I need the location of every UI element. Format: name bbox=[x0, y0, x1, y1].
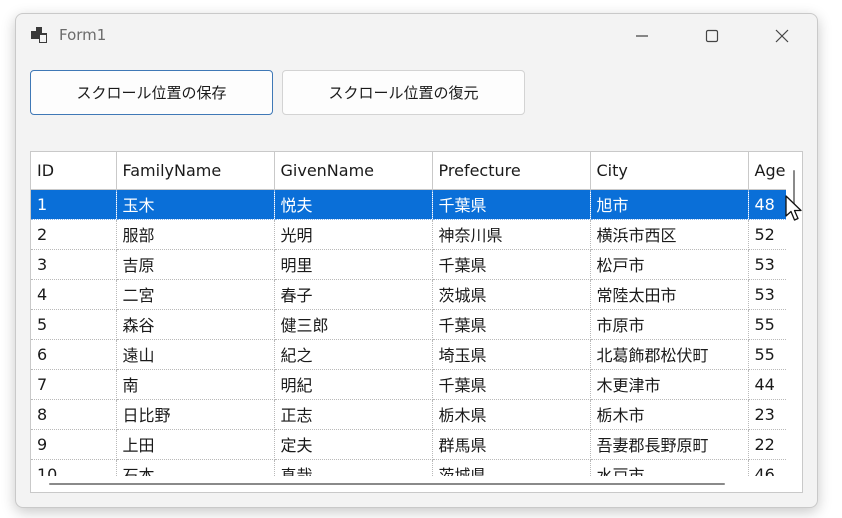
cell-id[interactable]: 4 bbox=[31, 279, 117, 310]
cell-givenname[interactable]: 光明 bbox=[274, 219, 433, 250]
cell-familyname[interactable]: 日比野 bbox=[116, 399, 275, 430]
cell-city[interactable]: 木更津市 bbox=[590, 369, 749, 400]
form-window: Form1 スクロール位置の保存 スクロール位置の復元 ID FamilyNam… bbox=[15, 13, 818, 508]
horizontal-scroll-thumb[interactable] bbox=[49, 483, 725, 485]
cell-givenname[interactable]: 明紀 bbox=[274, 369, 433, 400]
cell-familyname[interactable]: 森谷 bbox=[116, 309, 275, 340]
table-row[interactable]: 2 服部 光明 神奈川県 横浜市西区 52 bbox=[31, 219, 794, 250]
cell-prefecture[interactable]: 千葉県 bbox=[432, 369, 591, 400]
data-grid[interactable]: ID FamilyName GivenName Prefecture City … bbox=[30, 151, 803, 493]
cell-id[interactable]: 9 bbox=[31, 429, 117, 460]
cell-prefecture[interactable]: 千葉県 bbox=[432, 249, 591, 280]
cell-familyname[interactable]: 二宮 bbox=[116, 279, 275, 310]
cell-city[interactable]: 北葛飾郡松伏町 bbox=[590, 339, 749, 370]
grid-table: ID FamilyName GivenName Prefecture City … bbox=[31, 152, 794, 490]
cell-id[interactable]: 2 bbox=[31, 219, 117, 250]
table-row[interactable]: 9 上田 定夫 群馬県 吾妻郡長野原町 22 bbox=[31, 429, 794, 460]
column-header-prefecture[interactable]: Prefecture bbox=[432, 152, 591, 190]
close-icon bbox=[775, 29, 789, 43]
cell-id[interactable]: 8 bbox=[31, 399, 117, 430]
cell-givenname[interactable]: 正志 bbox=[274, 399, 433, 430]
scrollbar-corner bbox=[786, 476, 802, 492]
cell-id[interactable]: 1 bbox=[31, 189, 117, 220]
title-bar[interactable]: Form1 bbox=[16, 14, 817, 56]
column-header-familyname[interactable]: FamilyName bbox=[116, 152, 275, 190]
cell-city[interactable]: 市原市 bbox=[590, 309, 749, 340]
cell-givenname[interactable]: 春子 bbox=[274, 279, 433, 310]
cell-city[interactable]: 常陸太田市 bbox=[590, 279, 749, 310]
cell-city[interactable]: 松戸市 bbox=[590, 249, 749, 280]
cell-prefecture[interactable]: 栃木県 bbox=[432, 399, 591, 430]
cell-givenname[interactable]: 定夫 bbox=[274, 429, 433, 460]
cell-city[interactable]: 横浜市西区 bbox=[590, 219, 749, 250]
cell-familyname[interactable]: 上田 bbox=[116, 429, 275, 460]
cell-familyname[interactable]: 遠山 bbox=[116, 339, 275, 370]
header-row: ID FamilyName GivenName Prefecture City … bbox=[31, 152, 794, 190]
cell-id[interactable]: 6 bbox=[31, 339, 117, 370]
cell-givenname[interactable]: 紀之 bbox=[274, 339, 433, 370]
cell-familyname[interactable]: 玉木 bbox=[116, 189, 275, 220]
cell-city[interactable]: 栃木市 bbox=[590, 399, 749, 430]
minimize-icon bbox=[635, 29, 649, 43]
cell-prefecture[interactable]: 神奈川県 bbox=[432, 219, 591, 250]
cell-familyname[interactable]: 南 bbox=[116, 369, 275, 400]
maximize-button[interactable] bbox=[690, 22, 734, 50]
cell-id[interactable]: 7 bbox=[31, 369, 117, 400]
table-row[interactable]: 6 遠山 紀之 埼玉県 北葛飾郡松伏町 55 bbox=[31, 339, 794, 370]
cell-prefecture[interactable]: 茨城県 bbox=[432, 279, 591, 310]
cell-prefecture[interactable]: 埼玉県 bbox=[432, 339, 591, 370]
column-header-givenname[interactable]: GivenName bbox=[274, 152, 433, 190]
mouse-pointer-icon bbox=[785, 195, 805, 223]
cell-prefecture[interactable]: 千葉県 bbox=[432, 309, 591, 340]
close-button[interactable] bbox=[760, 22, 804, 50]
form-app-icon bbox=[30, 26, 48, 44]
save-scroll-position-button[interactable]: スクロール位置の保存 bbox=[30, 70, 273, 115]
horizontal-scrollbar[interactable] bbox=[31, 476, 788, 492]
table-row[interactable]: 8 日比野 正志 栃木県 栃木市 23 bbox=[31, 399, 794, 430]
maximize-icon bbox=[705, 29, 719, 43]
cell-city[interactable]: 吾妻郡長野原町 bbox=[590, 429, 749, 460]
window-title: Form1 bbox=[59, 26, 107, 44]
cell-id[interactable]: 5 bbox=[31, 309, 117, 340]
table-row[interactable]: 7 南 明紀 千葉県 木更津市 44 bbox=[31, 369, 794, 400]
cell-prefecture[interactable]: 群馬県 bbox=[432, 429, 591, 460]
cell-givenname[interactable]: 健三郎 bbox=[274, 309, 433, 340]
cell-city[interactable]: 旭市 bbox=[590, 189, 749, 220]
table-row[interactable]: 5 森谷 健三郎 千葉県 市原市 55 bbox=[31, 309, 794, 340]
cell-givenname[interactable]: 悦夫 bbox=[274, 189, 433, 220]
column-header-city[interactable]: City bbox=[590, 152, 749, 190]
cell-familyname[interactable]: 吉原 bbox=[116, 249, 275, 280]
table-row[interactable]: 4 二宮 春子 茨城県 常陸太田市 53 bbox=[31, 279, 794, 310]
column-header-id[interactable]: ID bbox=[31, 152, 117, 190]
table-row[interactable]: 1 玉木 悦夫 千葉県 旭市 48 bbox=[31, 189, 794, 220]
restore-scroll-position-button[interactable]: スクロール位置の復元 bbox=[282, 70, 525, 115]
table-row[interactable]: 3 吉原 明里 千葉県 松戸市 53 bbox=[31, 249, 794, 280]
cell-familyname[interactable]: 服部 bbox=[116, 219, 275, 250]
cell-givenname[interactable]: 明里 bbox=[274, 249, 433, 280]
cell-id[interactable]: 3 bbox=[31, 249, 117, 280]
minimize-button[interactable] bbox=[620, 22, 664, 50]
cell-prefecture[interactable]: 千葉県 bbox=[432, 189, 591, 220]
